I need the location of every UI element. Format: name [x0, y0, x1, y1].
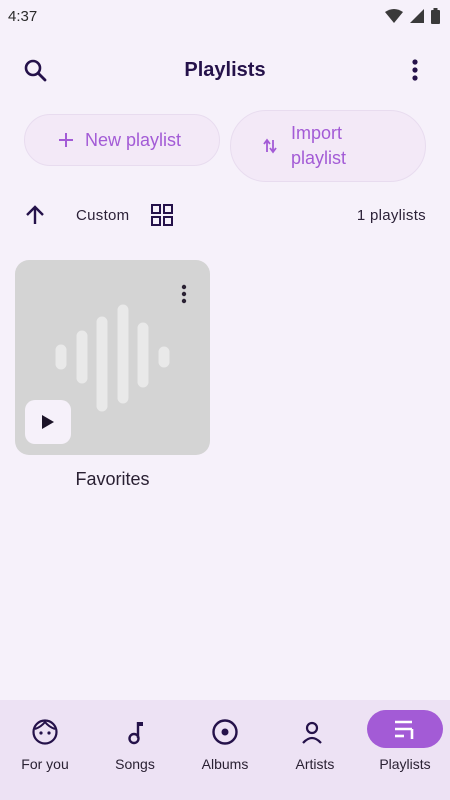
new-playlist-label: New playlist	[85, 129, 182, 150]
app-bar: Playlists	[0, 44, 450, 96]
active-indicator	[367, 710, 443, 748]
nav-item-albums[interactable]: Albums	[180, 700, 270, 800]
nav-label: Artists	[295, 756, 335, 772]
import-icon	[263, 138, 277, 154]
status-icons	[385, 8, 440, 24]
playlist-count: 1 playlists	[356, 206, 426, 224]
bottom-navigation: For you Songs Albums Artists Playlists	[0, 700, 450, 800]
import-playlist-label: Import playlist	[291, 123, 347, 168]
nav-label: For you	[21, 756, 69, 772]
wifi-icon	[385, 9, 403, 23]
nav-item-songs[interactable]: Songs	[90, 700, 180, 800]
nav-item-artists[interactable]: Artists	[270, 700, 360, 800]
status-bar: 4:37	[0, 0, 450, 32]
artist-icon	[302, 721, 322, 744]
nav-label: Songs	[115, 756, 155, 772]
play-icon	[42, 415, 54, 429]
playlist-title: Favorites	[75, 469, 150, 489]
new-playlist-button[interactable]: New playlist	[24, 114, 220, 166]
add-icon	[59, 133, 73, 147]
signal-icon	[410, 9, 424, 23]
more-vert-icon	[181, 284, 187, 304]
status-time: 4:37	[8, 7, 38, 25]
arrow-up-icon	[26, 205, 44, 224]
import-playlist-button[interactable]: Import playlist	[230, 110, 426, 182]
grid-icon	[151, 204, 174, 226]
play-button[interactable]	[25, 400, 71, 444]
music-note-icon	[128, 722, 143, 745]
search-button[interactable]	[20, 55, 50, 85]
nav-label: Playlists	[379, 756, 431, 772]
album-icon	[212, 719, 238, 745]
sort-row: Custom 1 playlists	[0, 196, 450, 234]
more-vert-icon	[412, 59, 418, 81]
playlist-icon	[395, 720, 414, 739]
more-options-button[interactable]	[400, 55, 430, 85]
page-title: Playlists	[184, 58, 266, 81]
action-row: New playlist Import playlist	[24, 110, 426, 182]
grid-view-button[interactable]	[147, 200, 177, 230]
nav-label: Albums	[201, 756, 249, 772]
playlist-artwork[interactable]	[15, 260, 210, 455]
face-icon	[32, 719, 58, 745]
nav-item-playlists[interactable]: Playlists	[360, 700, 450, 800]
playlist-card[interactable]: Favorites	[15, 260, 210, 490]
playlist-more-button[interactable]	[172, 282, 196, 306]
sort-mode-label[interactable]: Custom	[76, 207, 129, 224]
battery-icon	[431, 8, 440, 24]
nav-item-for-you[interactable]: For you	[0, 700, 90, 800]
sort-direction-button[interactable]	[20, 200, 50, 230]
search-icon	[24, 59, 47, 82]
